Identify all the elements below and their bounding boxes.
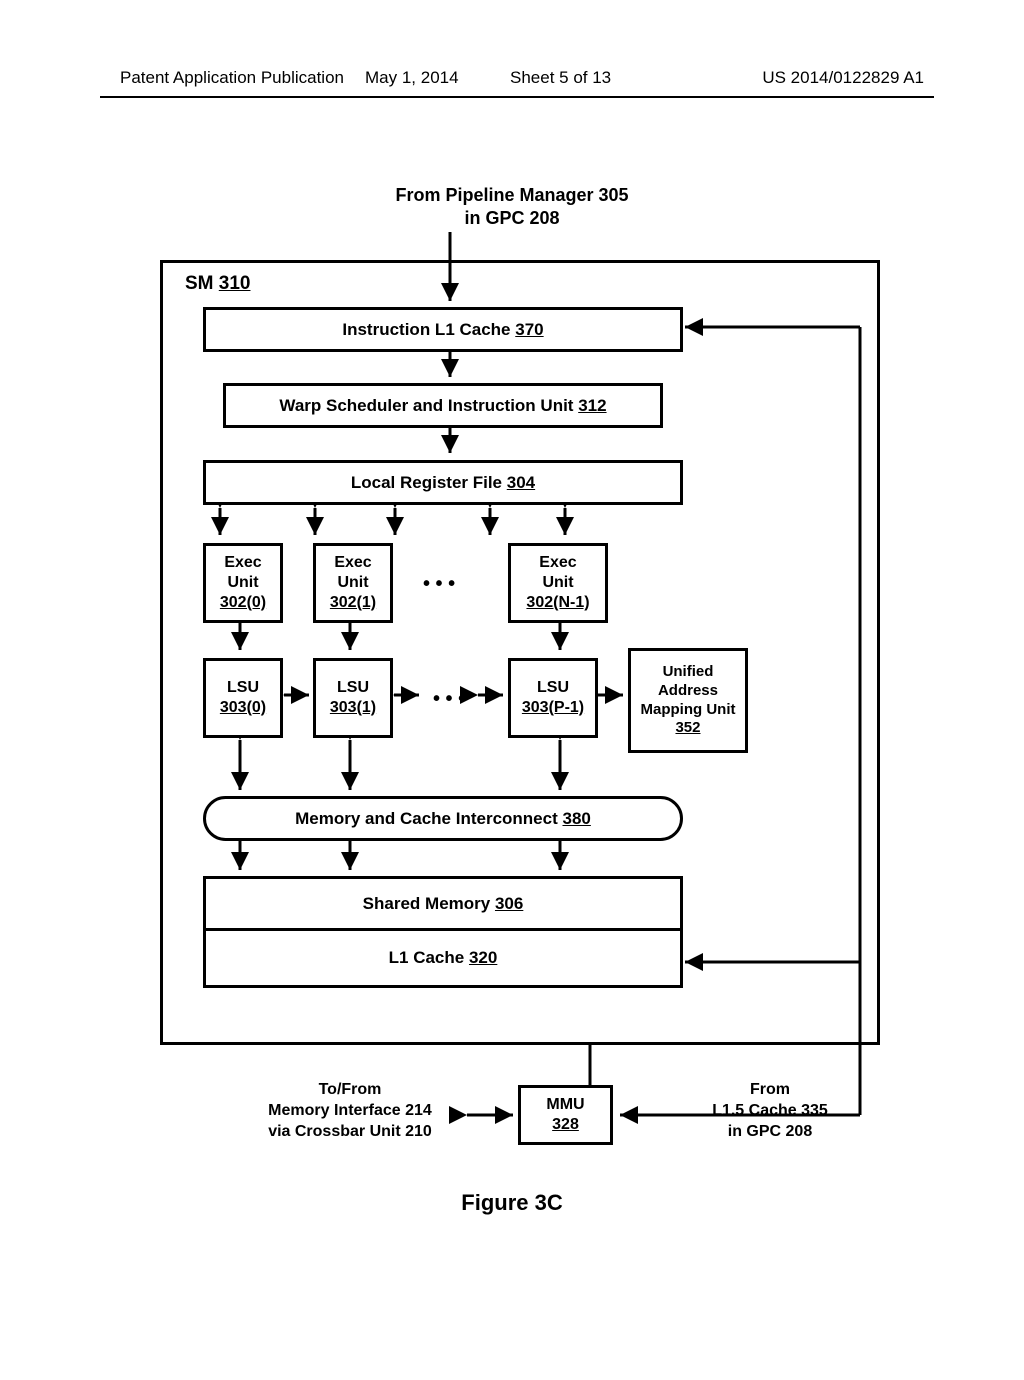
- block-execN: Exec Unit 302(N-1): [508, 543, 608, 623]
- dots-lsu: • • •: [433, 688, 465, 711]
- sm-label-ref: 310: [219, 273, 251, 294]
- top-label-line1: From Pipeline Manager 305: [395, 185, 628, 205]
- exec0-l2: Unit: [227, 574, 258, 591]
- mmu-ref: 328: [552, 1116, 579, 1133]
- uam-l1: Unified: [663, 663, 714, 680]
- execN-l1: Exec: [539, 554, 576, 571]
- top-label: From Pipeline Manager 305 in GPC 208: [0, 184, 1024, 229]
- bottom-left-label: To/From Memory Interface 214 via Crossba…: [230, 1080, 470, 1142]
- lsu1-l1: LSU: [337, 679, 369, 696]
- exec1-l1: Exec: [334, 554, 371, 571]
- exec0-l1: Exec: [224, 554, 261, 571]
- uam-l3: Mapping Unit: [641, 701, 736, 718]
- lsuP-ref: 303(P-1): [522, 699, 584, 716]
- warp-text: Warp Scheduler and Instruction Unit: [279, 396, 573, 415]
- bl-l1: To/From: [319, 1081, 382, 1098]
- block-lsuP: LSU 303(P-1): [508, 658, 598, 738]
- icache-text: Instruction L1 Cache: [342, 320, 510, 339]
- block-warp: Warp Scheduler and Instruction Unit 312: [223, 383, 663, 428]
- header-pubtype: Patent Application Publication: [120, 68, 344, 88]
- sm-label: SM 310: [185, 273, 250, 295]
- header-date: May 1, 2014: [365, 68, 459, 88]
- block-exec1: Exec Unit 302(1): [313, 543, 393, 623]
- lsu0-ref: 303(0): [220, 699, 266, 716]
- exec1-l2: Unit: [337, 574, 368, 591]
- warp-ref: 312: [578, 396, 606, 415]
- uam-l2: Address: [658, 682, 718, 699]
- mmu-l1: MMU: [546, 1096, 584, 1113]
- sm-label-text: SM: [185, 273, 214, 294]
- figure-caption: Figure 3C: [0, 1190, 1024, 1216]
- memcache-text: Memory and Cache Interconnect: [295, 809, 558, 828]
- sm-box: SM 310 Instruction L1 Cache 370 Warp Sch…: [160, 260, 880, 1045]
- br-l3: in GPC 208: [728, 1123, 812, 1140]
- regfile-text: Local Register File: [351, 473, 502, 492]
- execN-ref: 302(N-1): [526, 594, 589, 611]
- figure-area: SM 310 Instruction L1 Cache 370 Warp Sch…: [160, 260, 880, 1160]
- bl-l2: Memory Interface 214: [268, 1102, 432, 1119]
- block-uam: Unified Address Mapping Unit 352: [628, 648, 748, 753]
- header-sheet: Sheet 5 of 13: [510, 68, 611, 88]
- bottom-right-label: From L1.5 Cache 335 in GPC 208: [670, 1080, 870, 1142]
- block-shmem: Shared Memory 306: [203, 876, 683, 931]
- lsu0-l1: LSU: [227, 679, 259, 696]
- uam-ref: 352: [675, 719, 700, 736]
- l1cache-text: L1 Cache: [389, 948, 465, 967]
- exec1-ref: 302(1): [330, 594, 376, 611]
- lsu1-ref: 303(1): [330, 699, 376, 716]
- dots-exec: • • •: [423, 573, 455, 596]
- header-rule: [100, 96, 934, 98]
- memcache-ref: 380: [562, 809, 590, 828]
- block-memcache: Memory and Cache Interconnect 380: [203, 796, 683, 841]
- bl-l3: via Crossbar Unit 210: [268, 1123, 432, 1140]
- shmem-text: Shared Memory: [363, 894, 491, 913]
- block-icache: Instruction L1 Cache 370: [203, 307, 683, 352]
- lsuP-l1: LSU: [537, 679, 569, 696]
- block-regfile: Local Register File 304: [203, 460, 683, 505]
- br-l2: L1.5 Cache 335: [712, 1102, 828, 1119]
- top-label-line2: in GPC 208: [464, 208, 559, 228]
- icache-ref: 370: [515, 320, 543, 339]
- shmem-ref: 306: [495, 894, 523, 913]
- regfile-ref: 304: [507, 473, 535, 492]
- exec0-ref: 302(0): [220, 594, 266, 611]
- br-l1: From: [750, 1081, 790, 1098]
- block-lsu0: LSU 303(0): [203, 658, 283, 738]
- block-lsu1: LSU 303(1): [313, 658, 393, 738]
- l1cache-ref: 320: [469, 948, 497, 967]
- block-mmu: MMU 328: [518, 1085, 613, 1145]
- execN-l2: Unit: [542, 574, 573, 591]
- block-l1cache: L1 Cache 320: [203, 928, 683, 988]
- block-exec0: Exec Unit 302(0): [203, 543, 283, 623]
- header-pubno: US 2014/0122829 A1: [762, 68, 924, 88]
